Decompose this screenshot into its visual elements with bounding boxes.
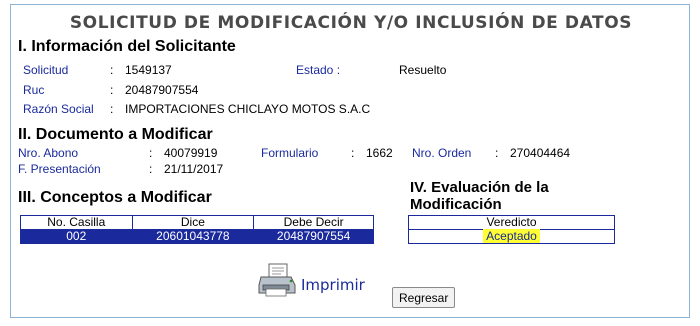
section-evaluation-heading-line: Modificación — [410, 196, 502, 213]
formulario-label: Formulario — [261, 146, 319, 160]
abono-label: Nro. Abono — [18, 146, 79, 160]
table-cell: 002 — [20, 229, 133, 244]
table-row: Aceptado — [408, 229, 615, 244]
solicitud-value: 1549137 — [125, 63, 172, 77]
column-header: Veredicto — [408, 215, 615, 230]
column-header: Dice — [131, 215, 255, 230]
table-cell: 20487907554 — [253, 229, 374, 244]
separator: : — [495, 146, 499, 160]
table-cell: 20601043778 — [131, 229, 255, 244]
solicitud-label: Solicitud — [23, 63, 69, 77]
separator: : — [149, 162, 153, 176]
presentacion-value: 21/11/2017 — [164, 162, 224, 176]
ruc-value: 20487907554 — [125, 83, 199, 97]
concepts-table: No. Casilla Dice Debe Decir 002 20601043… — [20, 215, 374, 244]
razon-social-value: IMPORTACIONES CHICLAYO MOTOS S.A.C — [125, 102, 371, 116]
orden-label: Nro. Orden — [412, 146, 472, 160]
estado-value: Resuelto — [399, 63, 447, 77]
section-document-heading: II. Documento a Modificar — [18, 126, 213, 143]
print-action[interactable]: Imprimir — [257, 263, 365, 297]
section-evaluation-heading: IV. Evaluación de la Modificación — [410, 179, 549, 213]
section-evaluation-heading-line: IV. Evaluación de la — [410, 179, 549, 196]
table-row: 002 20601043778 20487907554 — [20, 229, 374, 244]
razon-social-label: Razón Social — [23, 102, 94, 116]
table-header-row: Veredicto — [408, 215, 615, 230]
back-button[interactable]: Regresar — [392, 287, 456, 308]
printer-icon[interactable] — [257, 263, 297, 297]
page-title: SOLICITUD DE MODIFICACIÓN Y/O INCLUSIÓN … — [69, 13, 633, 33]
column-header: No. Casilla — [20, 215, 133, 230]
separator: : — [110, 83, 114, 97]
ruc-label: Ruc — [23, 83, 45, 97]
verdict-cell: Aceptado — [408, 229, 615, 244]
orden-value: 270404464 — [510, 146, 571, 160]
verdict-value: Aceptado — [483, 229, 540, 243]
separator: : — [351, 146, 355, 160]
separator: : — [110, 63, 114, 77]
section-applicant-heading: I. Información del Solicitante — [18, 38, 236, 55]
separator: : — [149, 146, 153, 160]
separator: : — [110, 102, 114, 116]
table-header-row: No. Casilla Dice Debe Decir — [20, 215, 374, 230]
column-header: Debe Decir — [253, 215, 374, 230]
presentacion-label: F. Presentación — [18, 162, 101, 176]
section-concepts-heading: III. Conceptos a Modificar — [18, 189, 212, 206]
estado-label: Estado : — [296, 63, 341, 77]
print-link[interactable]: Imprimir — [301, 276, 365, 294]
request-panel: SOLICITUD DE MODIFICACIÓN Y/O INCLUSIÓN … — [10, 4, 690, 318]
verdict-table: Veredicto Aceptado — [408, 215, 615, 244]
formulario-value: 1662 — [366, 146, 393, 160]
abono-value: 40079919 — [164, 146, 218, 160]
